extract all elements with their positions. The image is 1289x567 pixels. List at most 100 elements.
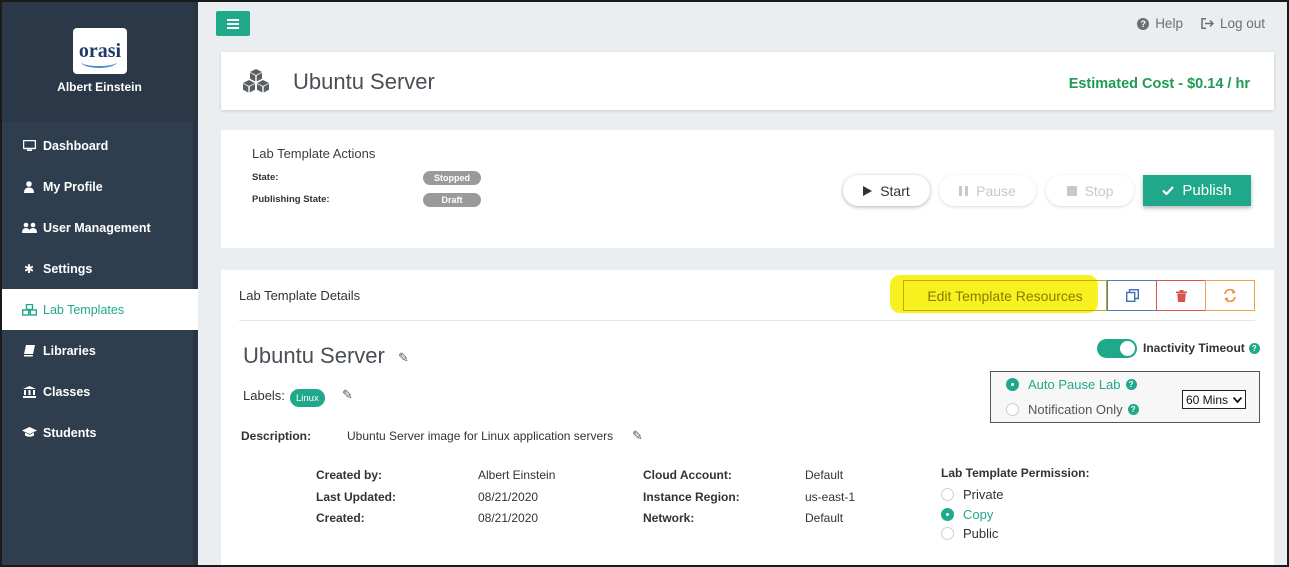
sidebar-item-label: User Management [43, 220, 151, 235]
timeout-duration-value: 60 Mins [1186, 392, 1229, 407]
inactivity-timeout-toggle[interactable] [1097, 339, 1137, 358]
help-link[interactable]: ? Help [1137, 16, 1183, 31]
refresh-icon [1224, 289, 1236, 302]
highlight-marker: Edit Template Resources [890, 275, 1107, 313]
auto-pause-radio[interactable]: Auto Pause Lab ? [1006, 377, 1137, 392]
help-icon[interactable]: ? [1125, 379, 1137, 390]
permission-public-radio[interactable]: Public [941, 526, 998, 541]
actions-title: Lab Template Actions [252, 146, 376, 161]
permission-copy-radio[interactable]: Copy [941, 507, 993, 522]
sidebar-item-user-management[interactable]: User Management [2, 207, 198, 248]
sidebar-item-classes[interactable]: Classes [2, 371, 198, 412]
monitor-icon [21, 139, 37, 152]
user-name: Albert Einstein [57, 80, 142, 94]
sidebar-item-dashboard[interactable]: Dashboard [2, 125, 198, 166]
logo-arc [81, 56, 117, 68]
pause-button[interactable]: Pause [939, 175, 1036, 206]
user-icon [21, 180, 37, 193]
publishing-state-badge: Draft [423, 193, 481, 207]
notification-only-label: Notification Only [1028, 402, 1123, 417]
cloud-account-label: Cloud Account: [643, 468, 732, 482]
help-icon: ? [1137, 17, 1150, 30]
created-value: 08/21/2020 [478, 511, 539, 525]
pause-icon [959, 185, 969, 196]
edit-name-pencil-icon[interactable]: ✎ [398, 350, 409, 366]
edit-description-pencil-icon[interactable]: ✎ [632, 428, 643, 444]
permission-copy-label: Copy [963, 507, 994, 522]
start-button[interactable]: Start [843, 175, 930, 206]
help-label: Help [1155, 16, 1183, 31]
start-label: Start [880, 182, 910, 199]
sidebar-item-libraries[interactable]: Libraries [2, 330, 198, 371]
timeout-duration-select[interactable]: 60 Mins [1182, 390, 1246, 409]
copy-icon [1125, 289, 1139, 302]
radio-circle [941, 508, 954, 521]
notification-only-radio[interactable]: Notification Only ? [1006, 402, 1139, 417]
check-icon [1162, 186, 1175, 195]
lab-template-actions-card: Lab Template Actions State: Stopped Publ… [221, 130, 1274, 248]
sidebar-item-label: Students [43, 425, 97, 440]
inactivity-timeout-label: Inactivity Timeout? [1143, 341, 1260, 355]
stop-label: Stop [1084, 182, 1114, 199]
delete-button[interactable] [1156, 280, 1206, 311]
sidebar-item-settings[interactable]: ✱ Settings [2, 248, 198, 289]
logout-label: Log out [1219, 16, 1265, 31]
radio-circle [941, 488, 954, 501]
created-label: Created: [316, 511, 365, 525]
labels-label: Labels: [243, 388, 285, 403]
sidebar-item-my-profile[interactable]: My Profile [2, 166, 198, 207]
refresh-button[interactable] [1205, 280, 1255, 311]
estimated-cost: Estimated Cost - $0.14 / hr [1068, 76, 1250, 92]
inactivity-settings-box: Auto Pause Lab ? Notification Only ? 60 … [990, 371, 1260, 423]
last-updated-value: 08/21/2020 [478, 490, 539, 504]
description-value: Ubuntu Server image for Linux applicatio… [347, 429, 614, 443]
copy-button[interactable] [1107, 280, 1157, 311]
stop-icon [1066, 185, 1077, 196]
sidebar-item-label: Libraries [43, 343, 96, 358]
publish-label: Publish [1182, 182, 1232, 199]
gear-icon: ✱ [23, 261, 35, 276]
instance-region-label: Instance Region: [643, 490, 740, 504]
label-tag: Linux [290, 389, 325, 407]
hamburger-icon [227, 18, 239, 29]
lab-template-details-card: Lab Template Details Edit Template Resou… [221, 270, 1274, 565]
book-icon [21, 344, 37, 357]
header-card: Ubuntu Server Estimated Cost - $0.14 / h… [221, 52, 1274, 110]
radio-circle [941, 527, 954, 540]
trash-icon [1175, 289, 1187, 302]
cubes-icon [21, 303, 37, 316]
state-badge: Stopped [423, 171, 481, 185]
logout-link[interactable]: Log out [1201, 16, 1265, 31]
chevron-down-icon [1233, 396, 1242, 403]
publish-button[interactable]: Publish [1143, 175, 1251, 206]
page-title: Ubuntu Server [293, 69, 435, 94]
sidebar-item-students[interactable]: Students [2, 412, 198, 453]
cubes-icon [243, 69, 269, 93]
last-updated-label: Last Updated: [316, 490, 397, 504]
permission-private-label: Private [963, 487, 1004, 502]
help-icon[interactable]: ? [1248, 343, 1260, 355]
network-value: Default [805, 511, 844, 525]
template-name: Ubuntu Server [243, 343, 385, 368]
graduation-cap-icon [21, 427, 37, 438]
instance-region-value: us-east-1 [805, 490, 856, 504]
inactivity-timeout-text: Inactivity Timeout [1143, 341, 1245, 355]
orasi-logo: orasi [73, 28, 127, 74]
hamburger-menu-button[interactable] [216, 11, 250, 36]
state-label: State: [252, 172, 279, 183]
permission-private-radio[interactable]: Private [941, 487, 1003, 502]
sidebar-item-label: Dashboard [43, 138, 109, 153]
edit-labels-pencil-icon[interactable]: ✎ [342, 387, 353, 403]
sidebar-item-label: Settings [43, 261, 93, 276]
description-label: Description: [241, 429, 312, 443]
help-icon[interactable]: ? [1127, 404, 1139, 415]
edit-template-resources-button[interactable]: Edit Template Resources [890, 275, 1107, 313]
sidebar-item-lab-templates[interactable]: Lab Templates [2, 289, 198, 330]
permission-public-label: Public [963, 526, 999, 541]
pause-label: Pause [976, 182, 1016, 199]
profile-panel: orasi Albert Einstein [2, 2, 193, 122]
stop-button[interactable]: Stop [1046, 175, 1134, 206]
created-by-value: Albert Einstein [478, 468, 556, 482]
play-icon [863, 185, 873, 196]
radio-circle [1006, 403, 1019, 416]
